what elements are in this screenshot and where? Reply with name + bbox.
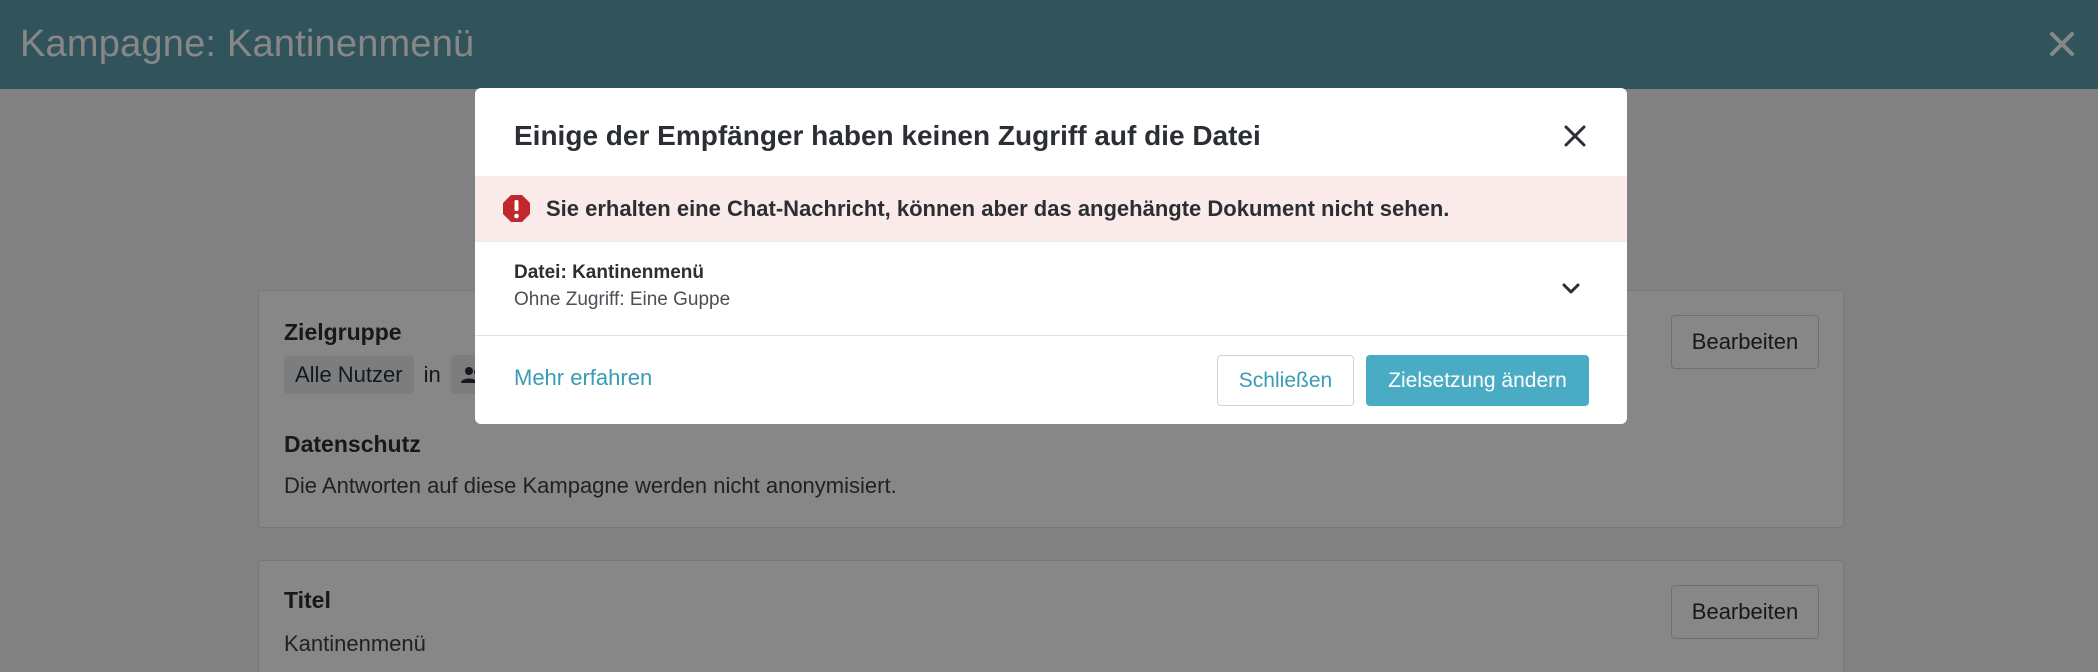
access-warning-dialog: Einige der Empfänger haben keinen Zugrif…: [475, 88, 1627, 424]
close-button[interactable]: Schließen: [1217, 355, 1354, 406]
file-name: Datei: Kantinenmenü: [514, 262, 705, 283]
error-alert: Sie erhalten eine Chat-Nachricht, können…: [475, 176, 1627, 242]
close-icon[interactable]: [1561, 122, 1589, 150]
change-target-button[interactable]: Zielsetzung ändern: [1366, 355, 1589, 406]
alert-message: Sie erhalten eine Chat-Nachricht, können…: [546, 195, 1450, 221]
chevron-down-icon[interactable]: [1559, 276, 1583, 300]
file-no-access-text: Ohne Zugriff: Eine Guppe: [514, 289, 731, 310]
learn-more-link[interactable]: Mehr erfahren: [514, 365, 652, 391]
dialog-title: Einige der Empfänger haben keinen Zugrif…: [514, 120, 1261, 151]
file-access-row[interactable]: Datei: Kantinenmenü Ohne Zugriff: Eine G…: [475, 242, 1627, 336]
error-icon: [503, 195, 530, 222]
